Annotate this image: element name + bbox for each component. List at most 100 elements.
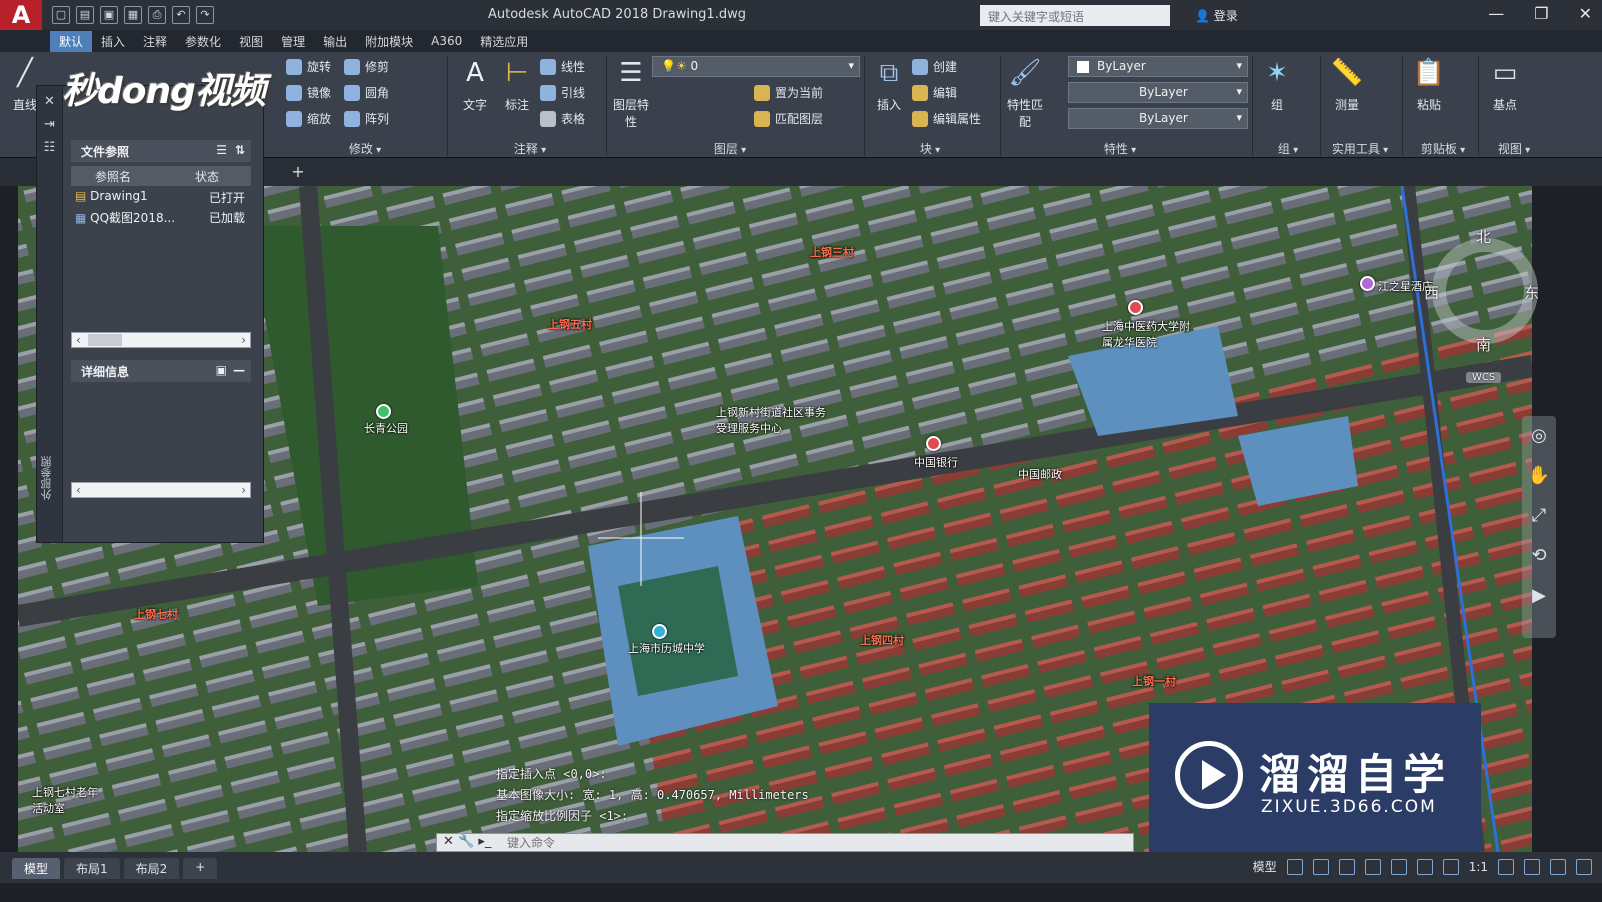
tab-addins[interactable]: 附加模块: [356, 31, 422, 52]
wcs-menu[interactable]: WCS: [1466, 372, 1502, 383]
paste-button[interactable]: 📋 粘贴: [1408, 56, 1450, 113]
add-layout-button[interactable]: +: [183, 858, 218, 879]
customize-menu-icon[interactable]: [1576, 858, 1592, 875]
orbit-icon[interactable]: ⟲: [1522, 536, 1556, 576]
lineweight-select[interactable]: ByLayer: [1068, 108, 1248, 129]
snap-icon[interactable]: [1312, 858, 1329, 875]
tab-output[interactable]: 输出: [314, 31, 356, 52]
zoom-extents-icon[interactable]: ⤢: [1522, 496, 1556, 536]
block-panel-label[interactable]: 块: [900, 140, 960, 158]
table-row[interactable]: ▤ Drawing1 已打开: [71, 187, 251, 207]
redo-icon[interactable]: ↷: [196, 6, 214, 24]
preview-icon[interactable]: ▣: [216, 363, 227, 377]
close-command-line-icon[interactable]: ✕ 🔧 ▸_: [443, 834, 491, 849]
create-block-button[interactable]: 创建: [912, 58, 957, 75]
minimize-button[interactable]: —: [1488, 4, 1504, 23]
ortho-icon[interactable]: [1338, 858, 1355, 875]
auto-hide-icon[interactable]: ⇥: [37, 117, 62, 132]
viewcube-north[interactable]: 北: [1476, 226, 1491, 247]
model-space-toggle[interactable]: 模型: [1253, 858, 1277, 875]
table-row[interactable]: ▦ QQ截图2018... 已加载: [71, 207, 251, 227]
workspace-gear-icon[interactable]: [1498, 858, 1514, 875]
column-header-name[interactable]: 参照名: [95, 168, 131, 185]
viewcube[interactable]: [1432, 238, 1538, 344]
layer-properties-button[interactable]: ☰ 图层特性: [610, 56, 652, 130]
column-header-status[interactable]: 状态: [195, 168, 219, 185]
close-button[interactable]: ✕: [1579, 4, 1592, 23]
measure-button[interactable]: 📏 测量: [1326, 56, 1368, 113]
modify-panel-label[interactable]: 修改: [290, 140, 440, 158]
tab-layout2[interactable]: 布局2: [123, 858, 180, 879]
set-current-button[interactable]: 置为当前: [754, 84, 823, 101]
mirror-button[interactable]: 镜像: [286, 84, 331, 101]
scrollbar-thumb[interactable]: [88, 334, 122, 346]
print-icon[interactable]: ⎙: [148, 6, 166, 24]
tab-insert[interactable]: 插入: [92, 31, 134, 52]
color-select[interactable]: ByLayer: [1068, 56, 1248, 77]
new-tab-button[interactable]: +: [286, 162, 310, 182]
isolate-objects-icon[interactable]: [1524, 858, 1540, 875]
lineweight-icon[interactable]: [1416, 858, 1433, 875]
clipboard-panel-label[interactable]: 剪贴板: [1408, 140, 1478, 158]
tab-manage[interactable]: 管理: [272, 31, 314, 52]
grid-icon[interactable]: [1286, 858, 1303, 875]
linear-button[interactable]: 线性: [540, 58, 585, 75]
login-button[interactable]: 👤 登录: [1195, 7, 1238, 24]
groups-panel-label[interactable]: 组: [1258, 140, 1318, 158]
viewcube-east[interactable]: 东: [1524, 282, 1539, 303]
view-panel-label[interactable]: 视图: [1484, 140, 1544, 158]
open-file-icon[interactable]: ▤: [76, 6, 94, 24]
linetype-select[interactable]: ByLayer: [1068, 82, 1248, 103]
utilities-panel-label[interactable]: 实用工具: [1320, 140, 1400, 158]
collapse-icon[interactable]: —: [233, 363, 245, 377]
base-view-button[interactable]: ▭ 基点: [1484, 56, 1526, 113]
scale-button[interactable]: 缩放: [286, 110, 331, 127]
edit-block-button[interactable]: 编辑: [912, 84, 957, 101]
annotation-panel-label[interactable]: 注释: [470, 140, 590, 158]
restore-button[interactable]: ❐: [1534, 4, 1548, 23]
tab-featured-apps[interactable]: 精选应用: [471, 31, 537, 52]
pan-icon[interactable]: ✋: [1522, 456, 1556, 496]
leader-button[interactable]: 引线: [540, 84, 585, 101]
match-layer-button[interactable]: 匹配图层: [754, 110, 823, 127]
insert-block-button[interactable]: ⧉ 插入: [868, 56, 910, 113]
dimension-button[interactable]: ⊢ 标注: [496, 56, 538, 113]
fillet-button[interactable]: 圆角: [344, 84, 389, 101]
edit-attributes-button[interactable]: 编辑属性: [912, 110, 981, 127]
tab-parametric[interactable]: 参数化: [176, 31, 230, 52]
details-scrollbar[interactable]: ‹ ›: [71, 482, 251, 498]
tab-annotate[interactable]: 注释: [134, 31, 176, 52]
new-file-icon[interactable]: ▢: [52, 6, 70, 24]
undo-icon[interactable]: ↶: [172, 6, 190, 24]
viewcube-south[interactable]: 南: [1476, 334, 1491, 355]
match-properties-button[interactable]: 🖌 特性匹配: [1004, 56, 1046, 130]
viewcube-west[interactable]: 西: [1424, 282, 1439, 303]
text-button[interactable]: A 文字: [454, 56, 496, 113]
group-button[interactable]: ✶ 组: [1256, 56, 1298, 113]
showmotion-icon[interactable]: ▶: [1522, 576, 1556, 616]
tree-view-icon[interactable]: ⇅: [235, 143, 245, 157]
palette-properties-icon[interactable]: ☷: [37, 140, 62, 155]
annotation-scale[interactable]: 1:1: [1469, 860, 1488, 874]
polar-tracking-icon[interactable]: [1364, 858, 1381, 875]
steering-wheel-icon[interactable]: ◎: [1522, 416, 1556, 456]
close-palette-icon[interactable]: ✕: [37, 94, 62, 109]
trim-button[interactable]: 修剪: [344, 58, 389, 75]
tab-layout1[interactable]: 布局1: [64, 858, 120, 879]
layers-panel-label[interactable]: 图层: [680, 140, 780, 158]
properties-panel-label[interactable]: 特性: [1080, 140, 1160, 158]
save-icon[interactable]: ▣: [100, 6, 118, 24]
table-button[interactable]: 表格: [540, 110, 585, 127]
tab-model[interactable]: 模型: [12, 858, 61, 879]
command-input[interactable]: [507, 835, 1107, 850]
array-button[interactable]: 阵列: [344, 110, 389, 127]
rotate-button[interactable]: 旋转: [286, 58, 331, 75]
fullscreen-icon[interactable]: [1550, 858, 1566, 875]
save-as-icon[interactable]: ▦: [124, 6, 142, 24]
search-input[interactable]: 键入关键字或短语: [980, 5, 1170, 26]
file-references-scrollbar[interactable]: ‹ ›: [71, 332, 251, 348]
object-snap-icon[interactable]: [1390, 858, 1407, 875]
annotation-visibility-icon[interactable]: [1442, 858, 1459, 875]
tab-home[interactable]: 默认: [50, 30, 93, 52]
layer-select[interactable]: 💡☀ 0: [652, 56, 860, 77]
